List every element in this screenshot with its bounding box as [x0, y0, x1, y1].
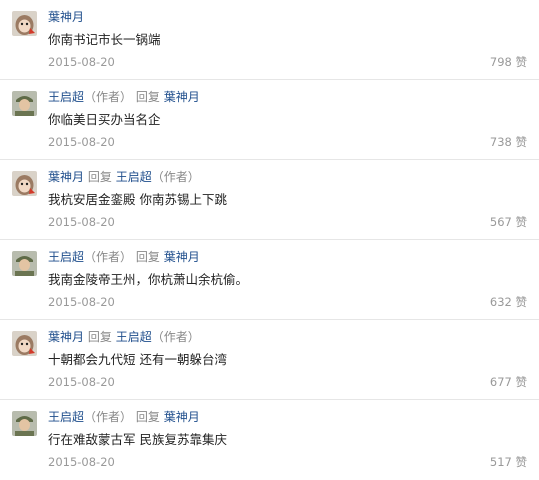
reply-to-name[interactable]: 葉神月	[164, 410, 200, 424]
comment-date: 2015-08-20	[48, 375, 115, 389]
author-note: （作者）	[84, 250, 133, 264]
comment-header: 王启超（作者） 回复 葉神月	[48, 89, 200, 105]
comment-date: 2015-08-20	[48, 295, 115, 309]
author-note: （作者）	[84, 90, 133, 104]
monkey-avatar[interactable]	[12, 11, 37, 36]
author-name[interactable]: 王启超	[48, 250, 84, 264]
comment-text: 行在难敌蒙古军 民族复苏靠集庆	[48, 432, 227, 447]
like-button[interactable]: 798 赞	[490, 55, 527, 69]
reply-to-name[interactable]: 葉神月	[164, 90, 200, 104]
soldier-avatar[interactable]	[12, 411, 37, 436]
like-count: 677	[489, 375, 512, 389]
reply-to-name[interactable]: 王启超	[116, 170, 152, 184]
reply-label: 回复	[135, 410, 160, 424]
comment-text: 我南金陵帝王州，你杭萧山余杭偷。	[48, 272, 249, 287]
comment-item: 葉神月 回复 王启超（作者） 十朝都会九代短 还有一朝躲台湾 2015-08-2…	[0, 320, 539, 400]
author-name[interactable]: 葉神月	[48, 10, 84, 24]
monkey-avatar[interactable]	[12, 331, 37, 356]
like-button[interactable]: 632 赞	[490, 295, 527, 309]
like-button[interactable]: 677 赞	[490, 375, 527, 389]
comment-item: 王启超（作者） 回复 葉神月 行在难敌蒙古军 民族复苏靠集庆 2015-08-2…	[0, 400, 539, 480]
author-name[interactable]: 葉神月	[48, 330, 84, 344]
comment-list: 葉神月 你南书记市长一锅端 2015-08-20 798 赞 王启超（作者） 回…	[0, 0, 539, 480]
reply-label: 回复	[135, 250, 160, 264]
comment-item: 葉神月 你南书记市长一锅端 2015-08-20 798 赞	[0, 0, 539, 80]
like-label: 赞	[515, 135, 528, 149]
comment-header: 王启超（作者） 回复 葉神月	[48, 409, 200, 425]
comment-item: 王启超（作者） 回复 葉神月 我南金陵帝王州，你杭萧山余杭偷。 2015-08-…	[0, 240, 539, 320]
like-count: 567	[489, 215, 512, 229]
reply-label: 回复	[87, 170, 112, 184]
reply-to-name[interactable]: 葉神月	[164, 250, 200, 264]
like-label: 赞	[515, 215, 528, 229]
comment-date: 2015-08-20	[48, 55, 115, 69]
comment-header: 王启超（作者） 回复 葉神月	[48, 249, 200, 265]
comment-header: 葉神月	[48, 9, 84, 25]
comment-text: 十朝都会九代短 还有一朝躲台湾	[48, 352, 227, 367]
like-label: 赞	[515, 295, 528, 309]
author-name[interactable]: 葉神月	[48, 170, 84, 184]
author-name[interactable]: 王启超	[48, 90, 84, 104]
like-label: 赞	[515, 455, 528, 469]
author-name[interactable]: 王启超	[48, 410, 84, 424]
soldier-avatar[interactable]	[12, 251, 37, 276]
comment-text: 我杭安居金銮殿 你南苏锡上下跳	[48, 192, 227, 207]
like-count: 517	[489, 455, 512, 469]
reply-label: 回复	[87, 330, 112, 344]
like-label: 赞	[515, 375, 528, 389]
reply-to-note: （作者）	[151, 330, 200, 344]
comment-text: 你南书记市长一锅端	[48, 32, 161, 47]
monkey-avatar[interactable]	[12, 171, 37, 196]
reply-label: 回复	[135, 90, 160, 104]
comment-date: 2015-08-20	[48, 455, 115, 469]
comment-text: 你临美日买办当名企	[48, 112, 161, 127]
soldier-avatar[interactable]	[12, 91, 37, 116]
like-label: 赞	[515, 55, 528, 69]
author-note: （作者）	[84, 410, 133, 424]
like-count: 738	[489, 135, 512, 149]
comment-date: 2015-08-20	[48, 135, 115, 149]
like-count: 632	[489, 295, 512, 309]
like-button[interactable]: 567 赞	[490, 215, 527, 229]
like-button[interactable]: 738 赞	[490, 135, 527, 149]
comment-item: 葉神月 回复 王启超（作者） 我杭安居金銮殿 你南苏锡上下跳 2015-08-2…	[0, 160, 539, 240]
comment-date: 2015-08-20	[48, 215, 115, 229]
comment-item: 王启超（作者） 回复 葉神月 你临美日买办当名企 2015-08-20 738 …	[0, 80, 539, 160]
like-button[interactable]: 517 赞	[490, 455, 527, 469]
comment-header: 葉神月 回复 王启超（作者）	[48, 169, 200, 185]
comment-header: 葉神月 回复 王启超（作者）	[48, 329, 200, 345]
like-count: 798	[489, 55, 512, 69]
reply-to-note: （作者）	[151, 170, 200, 184]
reply-to-name[interactable]: 王启超	[116, 330, 152, 344]
